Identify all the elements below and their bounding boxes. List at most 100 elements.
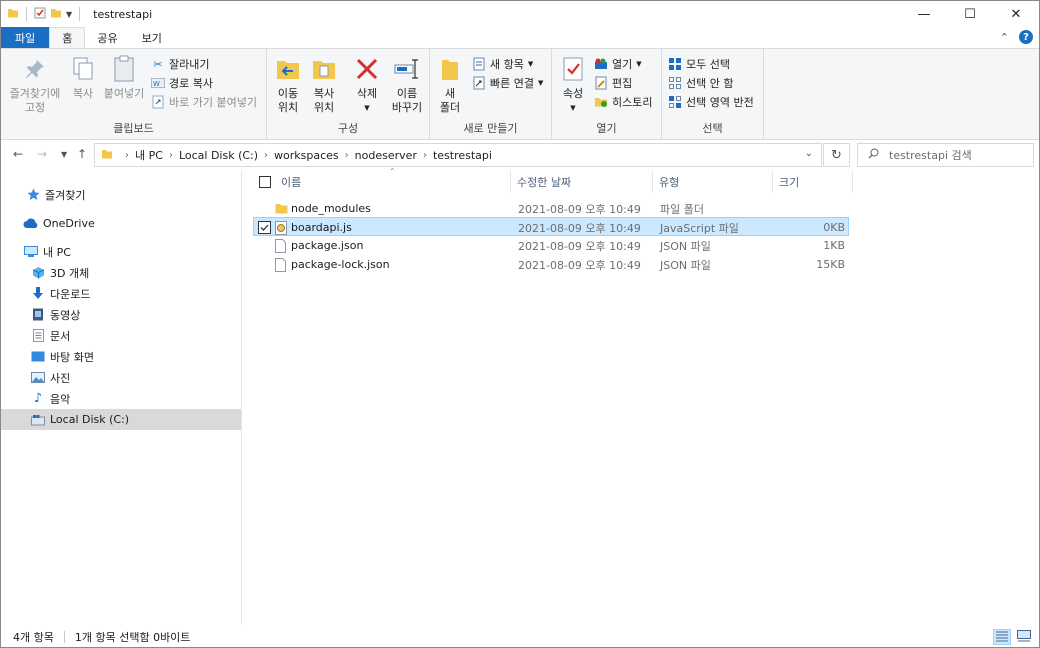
paste-shortcut-button[interactable]: 바로 가기 붙여넣기 <box>151 93 257 111</box>
download-icon <box>30 286 46 302</box>
nav-item-pictures[interactable]: 사진 <box>1 367 241 388</box>
open-button[interactable]: 열기 ▼ <box>594 55 642 73</box>
open-icon <box>594 57 608 71</box>
column-header-size[interactable]: 크기 <box>773 171 853 193</box>
new-folder-icon[interactable] <box>50 7 62 22</box>
breadcrumb-testrestapi[interactable]: testrestapi <box>433 149 492 162</box>
file-row[interactable]: boardapi.js 2021-08-09 오후 10:49 JavaScri… <box>253 217 849 236</box>
details-view-button[interactable] <box>993 629 1011 645</box>
new-folder-button[interactable]: 새 폴더 <box>436 53 464 115</box>
delete-x-icon <box>351 53 383 85</box>
recent-locations-icon[interactable]: ▼ <box>61 150 67 159</box>
select-all-label: 모두 선택 <box>686 58 730 71</box>
maximize-button[interactable]: ☐ <box>947 1 993 27</box>
select-all-button[interactable]: 모두 선택 <box>668 55 730 73</box>
nav-label: OneDrive <box>43 217 95 230</box>
organize-group: 이동 위치 복사 위치 삭제 ▼ 이름 바꾸기 구성 <box>267 49 430 140</box>
file-type: JSON 파일 <box>660 239 711 253</box>
tab-view[interactable]: 보기 <box>130 27 174 48</box>
tab-share[interactable]: 공유 <box>85 27 129 48</box>
file-row[interactable]: node_modules 2021-08-09 오후 10:49 파일 폴더 <box>253 199 849 218</box>
properties-button[interactable]: 속성 ▼ <box>558 53 588 115</box>
copy-button[interactable]: 복사 <box>65 53 101 101</box>
move-to-button[interactable]: 이동 위치 <box>271 53 305 115</box>
breadcrumb-local-disk[interactable]: Local Disk (C:) <box>179 149 258 162</box>
cloud-icon <box>23 216 39 232</box>
copy-path-icon: W <box>151 76 165 90</box>
column-header-type[interactable]: 유형 <box>653 171 773 193</box>
quick-access-toolbar: ▼ <box>1 7 83 22</box>
select-all-checkbox[interactable] <box>259 176 271 188</box>
copy-to-button[interactable]: 복사 위치 <box>307 53 341 115</box>
pin-label-1: 즐겨찾기에 <box>9 87 61 100</box>
select-none-button[interactable]: 선택 안 함 <box>668 74 733 92</box>
rename-icon <box>391 53 423 85</box>
address-dropdown-icon[interactable]: ⌄ <box>805 148 813 159</box>
nav-item-videos[interactable]: 동영상 <box>1 304 241 325</box>
cut-button[interactable]: ✂ 잘라내기 <box>151 55 209 73</box>
pin-quick-access-button[interactable]: 즐겨찾기에 고정 <box>7 53 63 115</box>
explorer-window: ▼ testrestapi — ☐ ✕ 파일 홈 공유 보기 ⌃ ? 즐겨찾기에 <box>0 0 1040 648</box>
back-arrow-icon[interactable]: ← <box>13 147 23 161</box>
file-row[interactable]: package.json 2021-08-09 오후 10:49 JSON 파일… <box>253 236 849 255</box>
breadcrumb-nodeserver[interactable]: nodeserver <box>355 149 417 162</box>
nav-item-3d-objects[interactable]: 3D 개체 <box>1 262 241 283</box>
nav-item-documents[interactable]: 문서 <box>1 325 241 346</box>
delete-button[interactable]: 삭제 ▼ <box>351 53 383 115</box>
large-icons-view-button[interactable] <box>1015 629 1033 645</box>
properties-icon[interactable] <box>34 7 46 22</box>
close-button[interactable]: ✕ <box>993 1 1039 27</box>
nav-item-quick-access[interactable]: 즐겨찾기 <box>1 184 241 205</box>
select-none-icon <box>668 76 682 90</box>
chevron-right-icon[interactable]: › <box>423 150 427 161</box>
column-header-name[interactable]: 이름 ⌃ <box>253 167 511 193</box>
chevron-right-icon[interactable]: › <box>345 150 349 161</box>
invert-selection-button[interactable]: 선택 영역 반전 <box>668 93 754 111</box>
refresh-button[interactable]: ↻ <box>823 143 850 167</box>
dropdown-arrow-icon[interactable]: ▼ <box>66 10 72 19</box>
minimize-button[interactable]: — <box>901 1 947 27</box>
history-button[interactable]: 히스토리 <box>594 93 652 111</box>
nav-item-local-disk[interactable]: Local Disk (C:) <box>1 409 241 430</box>
drive-icon <box>30 412 46 428</box>
help-icon[interactable]: ? <box>1019 30 1033 44</box>
refresh-icon: ↻ <box>831 147 842 163</box>
chevron-right-icon[interactable]: › <box>169 150 173 161</box>
copy-path-button[interactable]: W 경로 복사 <box>151 74 213 92</box>
tab-file[interactable]: 파일 <box>1 27 50 48</box>
nav-item-desktop[interactable]: 바탕 화면 <box>1 346 241 367</box>
address-bar[interactable]: › 내 PC › Local Disk (C:) › workspaces › … <box>94 143 822 167</box>
move-to-label-1: 이동 <box>277 87 299 100</box>
row-checkbox-checked[interactable] <box>258 218 271 237</box>
divider <box>79 7 81 21</box>
search-input[interactable]: testrestapi 검색 <box>857 143 1034 167</box>
nav-item-music[interactable]: ♪ 음악 <box>1 388 241 409</box>
column-header-modified[interactable]: 수정한 날짜 <box>511 171 653 193</box>
nav-item-onedrive[interactable]: OneDrive <box>1 213 241 234</box>
paste-button[interactable]: 붙여넣기 <box>101 53 147 101</box>
easy-access-button[interactable]: 빠른 연결 ▼ <box>472 74 543 92</box>
file-row[interactable]: package-lock.json 2021-08-09 오후 10:49 JS… <box>253 255 849 274</box>
file-size: 15KB <box>816 258 845 271</box>
chevron-right-icon[interactable]: › <box>264 150 268 161</box>
search-icon <box>868 148 879 162</box>
nav-label: 음악 <box>50 392 71 406</box>
rename-button[interactable]: 이름 바꾸기 <box>387 53 427 115</box>
new-item-button[interactable]: 새 항목 ▼ <box>472 55 533 73</box>
up-arrow-icon[interactable]: ↑ <box>77 147 87 161</box>
breadcrumb-pc[interactable]: 내 PC <box>135 147 163 163</box>
forward-arrow-icon[interactable]: → <box>37 147 47 161</box>
nav-item-this-pc[interactable]: 내 PC <box>1 241 241 262</box>
select-group-label: 선택 <box>702 122 723 135</box>
select-none-label: 선택 안 함 <box>686 77 734 90</box>
file-name: package.json <box>291 239 364 252</box>
nav-item-downloads[interactable]: 다운로드 <box>1 283 241 304</box>
edit-button[interactable]: 편집 <box>594 74 632 92</box>
open-group-label: 열기 <box>596 122 617 135</box>
file-name: boardapi.js <box>291 221 352 234</box>
tab-home[interactable]: 홈 <box>49 27 86 48</box>
breadcrumb-workspaces[interactable]: workspaces <box>274 149 339 162</box>
divider <box>26 7 27 21</box>
collapse-ribbon-icon[interactable]: ⌃ <box>1000 31 1009 44</box>
delete-dropdown-icon: ▼ <box>364 104 370 112</box>
